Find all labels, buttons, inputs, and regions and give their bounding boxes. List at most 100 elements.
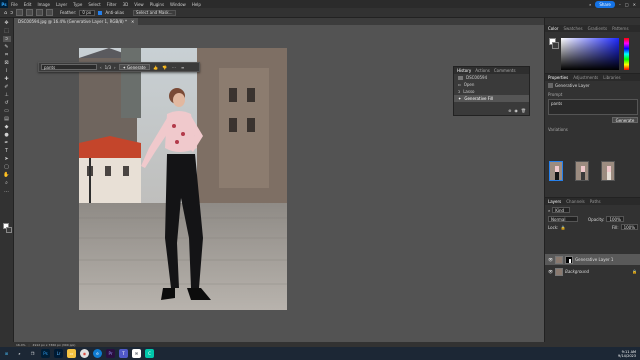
system-clock[interactable]: 9:11 AM 9/14/2023 xyxy=(618,350,640,358)
new-selection-button[interactable] xyxy=(15,9,23,16)
minimize-icon[interactable]: – xyxy=(619,2,621,7)
add-selection-button[interactable] xyxy=(25,9,33,16)
opacity-input[interactable]: 100% xyxy=(606,216,624,222)
select-and-mask-button[interactable]: Select and Mask... xyxy=(133,9,176,16)
menu-view[interactable]: View xyxy=(131,2,147,7)
tab-adjustments[interactable]: Adjustments xyxy=(573,75,598,80)
blur-tool-icon[interactable]: ◆ xyxy=(3,124,11,130)
variation-thumbnail-1[interactable] xyxy=(549,161,563,181)
layer-filter-dropdown[interactable]: Kind xyxy=(552,207,571,213)
file-explorer-icon[interactable]: ▭ xyxy=(67,349,76,358)
feather-input[interactable]: 0 px xyxy=(79,9,96,16)
contextual-bar-menu-icon[interactable]: ≡ xyxy=(180,64,186,70)
document-tab[interactable]: DSC00594.jpg @ 16.4% (Generative Layer 1… xyxy=(14,18,139,25)
home-icon[interactable]: ⌂ xyxy=(4,10,7,16)
photoshop-logo-icon[interactable]: Ps xyxy=(0,0,8,8)
more-tools-icon[interactable]: … xyxy=(3,188,11,194)
background-color-chip[interactable] xyxy=(552,42,559,49)
zoom-level[interactable]: 16.4% xyxy=(16,343,26,347)
tab-gradients[interactable]: Gradients xyxy=(588,26,608,31)
menu-select[interactable]: Select xyxy=(85,2,103,7)
crop-tool-icon[interactable]: ⌗ xyxy=(3,52,11,58)
task-view-icon[interactable]: ❐ xyxy=(28,349,37,358)
lasso-tool-icon[interactable]: ↄ xyxy=(2,36,11,42)
quick-selection-tool-icon[interactable]: ✎ xyxy=(3,44,11,50)
mail-icon[interactable]: ✉ xyxy=(132,349,141,358)
visibility-eye-icon[interactable]: 👁 xyxy=(548,257,553,262)
eraser-tool-icon[interactable]: ▭ xyxy=(3,108,11,114)
document-image[interactable] xyxy=(79,48,287,310)
menu-type[interactable]: Type xyxy=(70,2,85,7)
menu-filter[interactable]: Filter xyxy=(104,2,120,7)
layer-mask-thumbnail[interactable] xyxy=(565,255,574,264)
shape-tool-icon[interactable]: ▢ xyxy=(3,164,11,170)
lasso-tool-icon[interactable]: ↄ xyxy=(10,10,13,16)
history-brush-tool-icon[interactable]: ↺ xyxy=(3,100,11,106)
fill-input[interactable]: 100% xyxy=(620,224,638,230)
layer-row-background[interactable]: 👁 Background 🔒 xyxy=(545,266,640,277)
variation-next-icon[interactable]: › xyxy=(114,65,116,70)
menu-file[interactable]: File xyxy=(8,2,21,7)
hue-slider[interactable] xyxy=(624,38,629,70)
close-tab-icon[interactable]: ✕ xyxy=(131,19,134,24)
marquee-tool-icon[interactable]: ⬚ xyxy=(3,28,11,34)
intersect-selection-button[interactable] xyxy=(45,9,53,16)
tab-color[interactable]: Color xyxy=(548,26,558,31)
properties-prompt-input[interactable]: pants xyxy=(548,99,638,115)
menu-image[interactable]: Image xyxy=(34,2,53,7)
camera-icon[interactable]: ◉ xyxy=(514,108,518,113)
lock-icon[interactable]: 🔒 xyxy=(560,225,565,230)
more-options-icon[interactable]: ⋯ xyxy=(171,64,177,70)
healing-brush-tool-icon[interactable]: ✚ xyxy=(3,76,11,82)
properties-generate-button[interactable]: Generate xyxy=(612,117,638,123)
clone-stamp-tool-icon[interactable]: ⊥ xyxy=(3,92,11,98)
windows-start-icon[interactable]: ⊞ xyxy=(2,349,11,358)
new-snapshot-icon[interactable]: ⊕ xyxy=(508,108,511,113)
generative-prompt-input[interactable]: pants xyxy=(41,64,97,70)
history-row-open[interactable]: ▫ Open xyxy=(454,81,529,88)
color-picker-field[interactable] xyxy=(561,38,619,70)
subtract-selection-button[interactable] xyxy=(35,9,43,16)
menu-window[interactable]: Window xyxy=(167,2,189,7)
variation-thumbnail-3[interactable] xyxy=(601,161,615,181)
tab-comments[interactable]: Comments xyxy=(494,68,516,73)
history-row-snapshot[interactable]: DSC00594 xyxy=(454,74,529,81)
photoshop-icon[interactable]: Ps xyxy=(41,349,50,358)
history-row-generative-fill[interactable]: ✦ Generative Fill xyxy=(454,95,529,102)
premiere-icon[interactable]: Pr xyxy=(106,349,115,358)
frame-tool-icon[interactable]: ⊠ xyxy=(3,60,11,66)
cortex-icon[interactable]: C xyxy=(145,349,154,358)
menu-edit[interactable]: Edit xyxy=(21,2,35,7)
edge-icon[interactable]: e xyxy=(93,349,102,358)
layer-row-generative[interactable]: 👁 Generative Layer 1 xyxy=(545,254,640,265)
blend-mode-dropdown[interactable]: Normal xyxy=(548,216,578,222)
menu-help[interactable]: Help xyxy=(189,2,204,7)
tab-properties[interactable]: Properties xyxy=(548,75,568,80)
tab-history[interactable]: History xyxy=(457,68,471,73)
eyedropper-tool-icon[interactable]: ⌇ xyxy=(3,68,11,74)
menu-layer[interactable]: Layer xyxy=(53,2,70,7)
tab-swatches[interactable]: Swatches xyxy=(563,26,582,31)
tab-libraries[interactable]: Libraries xyxy=(603,75,620,80)
move-tool-icon[interactable]: ✥ xyxy=(3,20,11,26)
thumbs-down-icon[interactable]: 👎 xyxy=(162,64,168,70)
menu-3d[interactable]: 3D xyxy=(120,2,132,7)
close-icon[interactable]: ✕ xyxy=(633,2,636,7)
hand-tool-icon[interactable]: ✋ xyxy=(3,172,11,178)
share-button[interactable]: Share xyxy=(595,0,615,8)
lightroom-icon[interactable]: Lr xyxy=(54,349,63,358)
generate-button[interactable]: ✦ Generate xyxy=(118,64,150,70)
search-icon[interactable]: ⌕ xyxy=(15,349,24,358)
maximize-icon[interactable]: □ xyxy=(625,2,629,7)
history-row-lasso[interactable]: ↄ Lasso xyxy=(454,88,529,95)
visibility-eye-icon[interactable]: 👁 xyxy=(548,269,553,274)
background-color-swatch[interactable] xyxy=(6,227,12,233)
menu-plugins[interactable]: Plugins xyxy=(147,2,167,7)
tab-patterns[interactable]: Patterns xyxy=(612,26,628,31)
pen-tool-icon[interactable]: ✒ xyxy=(3,140,11,146)
tab-actions[interactable]: Actions xyxy=(475,68,490,73)
dodge-tool-icon[interactable]: ● xyxy=(3,132,11,138)
tab-paths[interactable]: Paths xyxy=(590,199,601,204)
tab-layers[interactable]: Layers xyxy=(548,199,561,204)
path-selection-tool-icon[interactable]: ➤ xyxy=(3,156,11,162)
